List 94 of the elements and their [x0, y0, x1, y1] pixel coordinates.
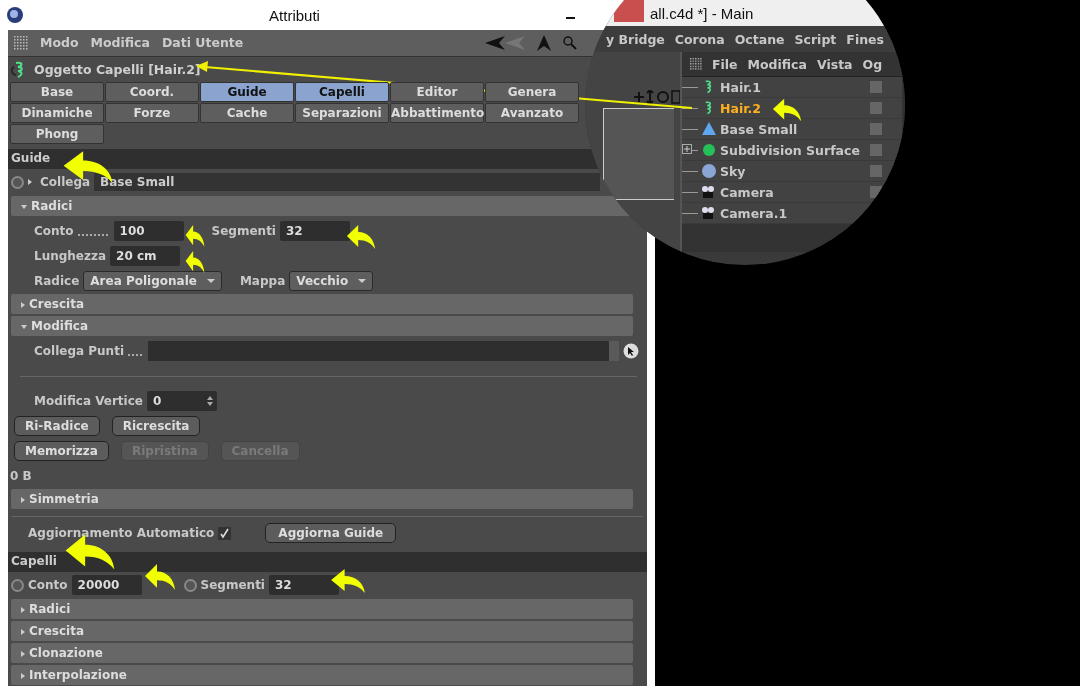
object-name[interactable]: Camera [720, 184, 774, 200]
tab[interactable]: Coord. [105, 82, 199, 103]
dropdown[interactable]: Vecchio [289, 271, 374, 292]
tab[interactable]: Phong [10, 124, 104, 145]
curved-arrow-icon [185, 224, 205, 248]
curved-arrow-icon [144, 563, 176, 591]
subdivision-icon [701, 142, 717, 158]
object-title: Oggetto Capelli [Hair.2] [34, 62, 201, 78]
group-header[interactable]: Interpolazione [11, 665, 633, 685]
menu-item[interactable]: Vista [816, 56, 853, 72]
tab[interactable]: Capelli [295, 82, 389, 103]
checkbox-label: Aggiornamento Automatico [28, 526, 215, 541]
back-arrow-icon[interactable] [485, 35, 525, 50]
menu-item[interactable]: Modifica [747, 56, 807, 72]
tab[interactable]: Dinamiche [10, 103, 104, 124]
field-label: Segmenti [200, 578, 265, 592]
expand-triangle-icon[interactable] [28, 179, 32, 186]
field-label: Segmenti [211, 224, 276, 239]
expand-icon[interactable] [682, 144, 692, 154]
up-arrow-icon[interactable] [537, 34, 551, 51]
search-icon[interactable] [563, 35, 577, 50]
section-header: Capelli [8, 552, 647, 572]
cone-icon [701, 121, 717, 137]
pick-cursor-icon[interactable] [623, 343, 639, 360]
keyframe-radio[interactable] [11, 578, 24, 592]
window-title: Attributi [268, 6, 321, 24]
close-button[interactable] [614, 0, 644, 22]
menu-item[interactable]: Og [862, 56, 883, 72]
action-button[interactable]: Ricrescita [111, 416, 201, 437]
object-name[interactable]: Hair.1 [720, 79, 761, 95]
group-header[interactable]: Crescita [11, 294, 633, 315]
tab[interactable]: Guide [200, 82, 294, 103]
tab[interactable]: Cache [200, 103, 294, 124]
view-controls-icon[interactable] [634, 90, 680, 104]
checkbox[interactable] [218, 526, 232, 540]
menu-item[interactable]: File [712, 56, 738, 72]
field-label: Radice [34, 274, 80, 289]
tab[interactable]: Separazioni [295, 103, 389, 124]
dropdown[interactable]: Area Poligonale [83, 271, 222, 292]
field-label: Mappa [239, 274, 286, 289]
object-name[interactable]: Sky [720, 163, 746, 179]
menu-item[interactable]: Fines [846, 31, 884, 47]
keyframe-radio[interactable] [11, 175, 24, 189]
field-label: Collega Punti [34, 344, 144, 359]
curved-arrow-icon [346, 224, 376, 250]
number-field[interactable]: 32 [269, 575, 339, 595]
tab[interactable]: Base [10, 82, 104, 103]
menu-item[interactable]: Modo [40, 35, 79, 51]
tab[interactable]: Genera [485, 82, 579, 103]
grip-icon[interactable] [690, 58, 702, 70]
menu-item[interactable]: Script [794, 31, 837, 47]
group-header[interactable]: Modifica [11, 316, 633, 337]
camera-icon [701, 184, 717, 200]
number-field[interactable]: 32 [280, 221, 350, 242]
field-label: Collega [40, 175, 91, 190]
keyframe-radio[interactable] [183, 578, 197, 592]
field-label: Conto [34, 224, 110, 239]
menu-item[interactable]: Dati Utente [161, 35, 244, 51]
spinner-arrows-icon[interactable] [206, 396, 213, 407]
curved-arrow-icon [330, 568, 366, 594]
tab[interactable]: Forze [105, 103, 199, 124]
menu-item[interactable]: Corona [674, 31, 725, 47]
field-label: Conto [28, 578, 68, 592]
link-field[interactable] [148, 341, 619, 362]
number-field[interactable]: 0 [146, 391, 217, 412]
camera-icon [701, 205, 717, 221]
link-field[interactable]: Base Small [94, 173, 600, 192]
app-logo-icon [6, 6, 24, 24]
curved-arrow-icon [185, 250, 205, 274]
action-button[interactable]: Memorizza [14, 441, 109, 462]
grip-icon[interactable] [14, 35, 28, 50]
group-header[interactable]: Clonazione [11, 643, 633, 663]
number-field[interactable]: 100 [113, 221, 184, 242]
menu-item[interactable]: Modifica [90, 35, 150, 51]
field-label: Lunghezza [34, 249, 107, 264]
menu-item[interactable]: y Bridge [606, 31, 665, 47]
window-title: all.c4d *] - Main [650, 4, 754, 22]
group-header[interactable]: Simmetria [11, 489, 633, 510]
update-button[interactable]: Aggiorna Guide [265, 523, 397, 544]
sphere-icon [701, 163, 717, 179]
number-field[interactable]: 20 cm [110, 246, 181, 267]
group-header[interactable]: Radici [11, 599, 633, 619]
tab[interactable]: Editor [390, 82, 484, 103]
field-label: Modifica Vertice [34, 394, 143, 409]
viewport-panel[interactable] [603, 108, 674, 200]
action-button[interactable]: Ri-Radice [14, 416, 100, 437]
memory-size-text: 0 B [10, 469, 32, 484]
tab[interactable]: Avanzato [485, 103, 579, 124]
curved-arrow-icon [772, 97, 802, 123]
object-name[interactable]: Hair.2 [720, 100, 761, 116]
number-field[interactable]: 20000 [71, 575, 142, 595]
tab[interactable]: Abbattimento [390, 103, 484, 124]
group-header[interactable]: Crescita [11, 621, 633, 641]
menu-item[interactable]: Octane [734, 31, 785, 47]
